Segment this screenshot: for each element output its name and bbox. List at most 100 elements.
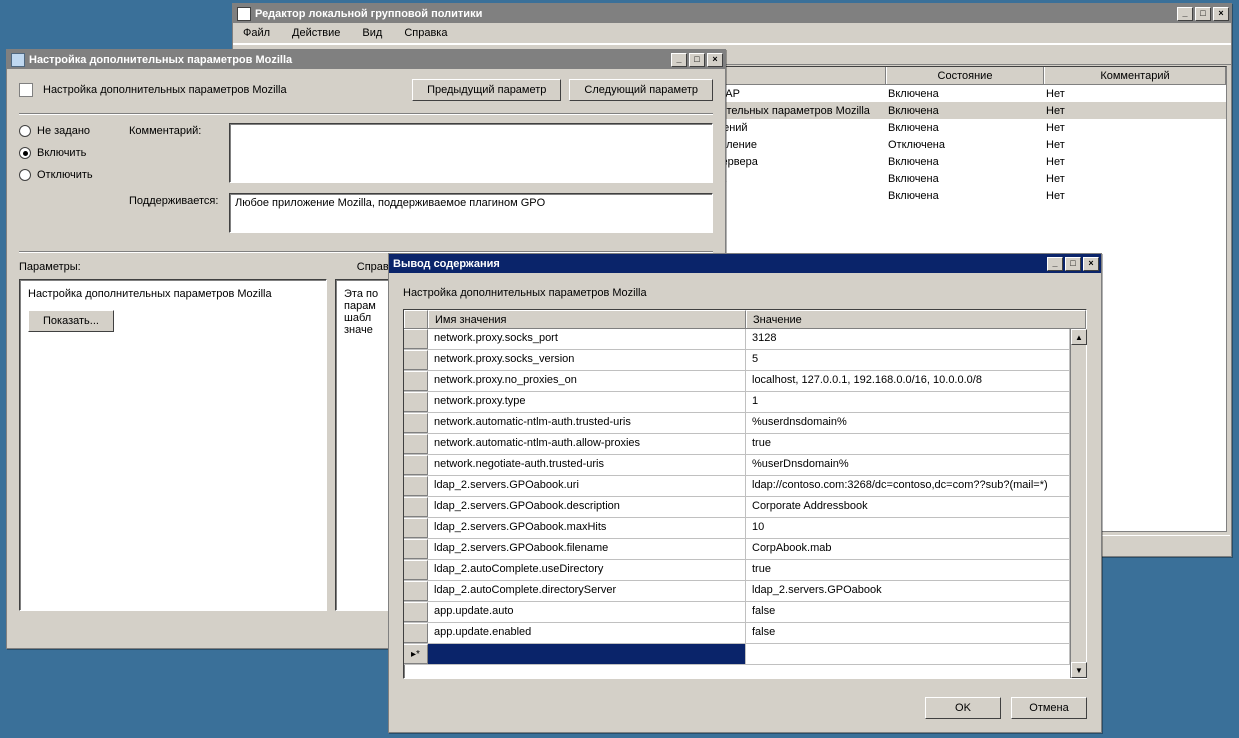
cell-name[interactable]: network.proxy.type bbox=[428, 392, 746, 412]
radio-disable[interactable]: Отключить bbox=[19, 169, 115, 181]
scroll-up-icon[interactable]: ▲ bbox=[1071, 329, 1087, 345]
grid-col-value[interactable]: Значение bbox=[746, 310, 1086, 328]
cell-name[interactable]: network.automatic-ntlm-auth.trusted-uris bbox=[428, 413, 746, 433]
row-name: вера bbox=[702, 173, 888, 185]
row-name: а LDAP bbox=[702, 88, 888, 100]
newrow-marker: ▸* bbox=[404, 644, 428, 664]
row-name: бновление bbox=[702, 139, 888, 151]
param-titlebar[interactable]: Настройка дополнительных параметров Mozi… bbox=[7, 50, 725, 69]
cell-name[interactable]: app.update.enabled bbox=[428, 623, 746, 643]
cell-name[interactable]: network.proxy.socks_port bbox=[428, 329, 746, 349]
grid-row[interactable]: ldap_2.servers.GPOabook.urildap://contos… bbox=[404, 476, 1086, 497]
cell-value[interactable]: ldap://contoso.com:3268/dc=contoso,dc=co… bbox=[746, 476, 1070, 496]
cell-name[interactable]: ldap_2.servers.GPOabook.description bbox=[428, 497, 746, 517]
row-state: Включена bbox=[888, 190, 1046, 202]
cell-value[interactable]: %userdnsdomain% bbox=[746, 413, 1070, 433]
comment-textarea[interactable] bbox=[229, 123, 713, 183]
gpe-titlebar[interactable]: Редактор локальной групповой политики _ … bbox=[233, 4, 1231, 23]
grid-row[interactable]: ldap_2.servers.GPOabook.maxHits10 bbox=[404, 518, 1086, 539]
radio-enable[interactable]: Включить bbox=[19, 147, 115, 159]
grid-row[interactable]: ldap_2.autoComplete.directoryServerldap_… bbox=[404, 581, 1086, 602]
minimize-button[interactable]: _ bbox=[1177, 7, 1193, 21]
supported-label: Поддерживается: bbox=[129, 193, 219, 207]
prev-param-button[interactable]: Предыдущий параметр bbox=[412, 79, 561, 101]
content-dialog: Вывод содержания _ □ × Настройка дополни… bbox=[388, 253, 1102, 733]
cell-value[interactable]: false bbox=[746, 602, 1070, 622]
menu-action[interactable]: Действие bbox=[288, 25, 344, 41]
minimize-button[interactable]: _ bbox=[1047, 257, 1063, 271]
cancel-button[interactable]: Отмена bbox=[1011, 697, 1087, 719]
maximize-button[interactable]: □ bbox=[1195, 7, 1211, 21]
grid-row[interactable]: app.update.enabledfalse bbox=[404, 623, 1086, 644]
cell-name[interactable] bbox=[428, 644, 746, 664]
cell-value[interactable]: CorpAbook.mab bbox=[746, 539, 1070, 559]
content-grid[interactable]: Имя значения Значение network.proxy.sock… bbox=[403, 309, 1087, 679]
row-state: Включена bbox=[888, 122, 1046, 134]
row-state: Включена bbox=[888, 156, 1046, 168]
close-button[interactable]: × bbox=[1083, 257, 1099, 271]
grid-new-row[interactable]: ▸* bbox=[404, 644, 1086, 665]
cell-name[interactable]: ldap_2.servers.GPOabook.filename bbox=[428, 539, 746, 559]
cell-value[interactable]: 5 bbox=[746, 350, 1070, 370]
cell-name[interactable]: network.negotiate-auth.trusted-uris bbox=[428, 455, 746, 475]
cell-name[interactable]: network.automatic-ntlm-auth.allow-proxie… bbox=[428, 434, 746, 454]
cell-value[interactable]: %userDnsdomain% bbox=[746, 455, 1070, 475]
cell-value[interactable]: false bbox=[746, 623, 1070, 643]
grid-row[interactable]: network.automatic-ntlm-auth.trusted-uris… bbox=[404, 413, 1086, 434]
menu-file[interactable]: Файл bbox=[239, 25, 274, 41]
cell-name[interactable]: app.update.auto bbox=[428, 602, 746, 622]
param-title: Настройка дополнительных параметров Mozi… bbox=[29, 54, 292, 66]
cell-value[interactable]: 1 bbox=[746, 392, 1070, 412]
cell-value[interactable]: ldap_2.servers.GPOabook bbox=[746, 581, 1070, 601]
cell-value[interactable]: localhost, 127.0.0.1, 192.168.0.0/16, 10… bbox=[746, 371, 1070, 391]
close-button[interactable]: × bbox=[707, 53, 723, 67]
grid-row[interactable]: network.proxy.socks_port3128 bbox=[404, 329, 1086, 350]
minimize-button[interactable]: _ bbox=[671, 53, 687, 67]
cell-value[interactable]: 10 bbox=[746, 518, 1070, 538]
ok-button[interactable]: OK bbox=[925, 697, 1001, 719]
row-state: Отключена bbox=[888, 139, 1046, 151]
cell-value[interactable]: 3128 bbox=[746, 329, 1070, 349]
grid-row[interactable]: app.update.autofalse bbox=[404, 602, 1086, 623]
content-titlebar[interactable]: Вывод содержания _ □ × bbox=[389, 254, 1101, 273]
scroll-down-icon[interactable]: ▼ bbox=[1071, 662, 1087, 678]
cell-name[interactable]: ldap_2.autoComplete.useDirectory bbox=[428, 560, 746, 580]
row-comment: Нет bbox=[1046, 105, 1065, 117]
cell-name[interactable]: ldap_2.autoComplete.directoryServer bbox=[428, 581, 746, 601]
grid-row[interactable]: ldap_2.servers.GPOabook.filenameCorpAboo… bbox=[404, 539, 1086, 560]
show-button[interactable]: Показать... bbox=[28, 310, 114, 332]
grid-row[interactable]: network.proxy.type1 bbox=[404, 392, 1086, 413]
grid-row[interactable]: network.proxy.socks_version5 bbox=[404, 350, 1086, 371]
next-param-button[interactable]: Следующий параметр bbox=[569, 79, 713, 101]
col-comment[interactable]: Комментарий bbox=[1044, 67, 1226, 84]
row-state: Включена bbox=[888, 88, 1046, 100]
col-state[interactable]: Состояние bbox=[886, 67, 1044, 84]
grid-row[interactable]: ldap_2.servers.GPOabook.descriptionCorpo… bbox=[404, 497, 1086, 518]
cell-name[interactable]: network.proxy.no_proxies_on bbox=[428, 371, 746, 391]
cell-name[interactable]: ldap_2.servers.GPOabook.uri bbox=[428, 476, 746, 496]
radio-not-set[interactable]: Не задано bbox=[19, 125, 115, 137]
grid-row[interactable]: network.proxy.no_proxies_onlocalhost, 12… bbox=[404, 371, 1086, 392]
supported-box: Любое приложение Mozilla, поддерживаемое… bbox=[229, 193, 713, 233]
menu-help[interactable]: Справка bbox=[400, 25, 451, 41]
menu-view[interactable]: Вид bbox=[358, 25, 386, 41]
row-state: Включена bbox=[888, 105, 1046, 117]
row-comment: Нет bbox=[1046, 173, 1065, 185]
cell-value[interactable] bbox=[746, 644, 1070, 664]
grid-row[interactable]: network.negotiate-auth.trusted-uris%user… bbox=[404, 455, 1086, 476]
cell-value[interactable]: Corporate Addressbook bbox=[746, 497, 1070, 517]
content-title: Вывод содержания bbox=[393, 258, 500, 270]
grid-row[interactable]: ldap_2.autoComplete.useDirectorytrue bbox=[404, 560, 1086, 581]
close-button[interactable]: × bbox=[1213, 7, 1229, 21]
row-name: олнительных параметров Mozilla bbox=[702, 105, 888, 117]
row-comment: Нет bbox=[1046, 190, 1065, 202]
grid-row[interactable]: network.automatic-ntlm-auth.allow-proxie… bbox=[404, 434, 1086, 455]
cell-value[interactable]: true bbox=[746, 434, 1070, 454]
maximize-button[interactable]: □ bbox=[1065, 257, 1081, 271]
cell-name[interactable]: network.proxy.socks_version bbox=[428, 350, 746, 370]
cell-value[interactable]: true bbox=[746, 560, 1070, 580]
cell-name[interactable]: ldap_2.servers.GPOabook.maxHits bbox=[428, 518, 746, 538]
grid-scrollbar[interactable]: ▲ ▼ bbox=[1070, 329, 1086, 678]
maximize-button[interactable]: □ bbox=[689, 53, 705, 67]
grid-col-name[interactable]: Имя значения bbox=[428, 310, 746, 328]
